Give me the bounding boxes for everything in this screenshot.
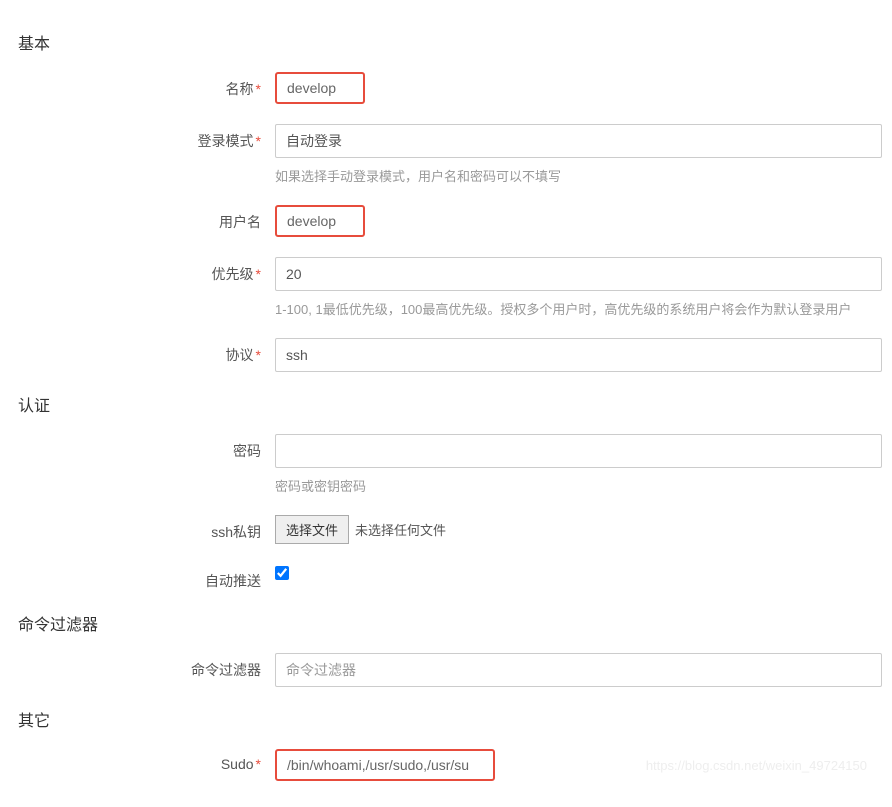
row-password: 密码 密码或密钥密码 [10, 434, 882, 495]
required-mark: * [256, 266, 261, 282]
row-login-mode: 登录模式* 如果选择手动登录模式，用户名和密码可以不填写 [10, 124, 882, 185]
label-sshkey: ssh私钥 [10, 515, 275, 542]
login-mode-select[interactable] [275, 124, 882, 158]
section-auth-title: 认证 [18, 392, 882, 416]
required-mark: * [256, 756, 261, 772]
row-autopush: 自动推送 [10, 564, 882, 591]
label-autopush: 自动推送 [10, 564, 275, 591]
cmdfilter-input[interactable] [275, 653, 882, 687]
priority-input[interactable] [275, 257, 882, 291]
protocol-select[interactable] [275, 338, 882, 372]
no-file-text: 未选择任何文件 [355, 520, 446, 539]
row-priority: 优先级* 1-100, 1最低优先级，100最高优先级。授权多个用户时，高优先级… [10, 257, 882, 318]
name-input[interactable]: develop [275, 72, 365, 104]
section-other-title: 其它 [18, 707, 882, 731]
login-mode-help: 如果选择手动登录模式，用户名和密码可以不填写 [275, 166, 882, 185]
row-name: 名称* develop [10, 72, 882, 104]
row-protocol: 协议* [10, 338, 882, 372]
password-help: 密码或密钥密码 [275, 476, 882, 495]
required-mark: * [256, 347, 261, 363]
label-priority: 优先级* [10, 257, 275, 284]
sudo-input[interactable]: /bin/whoami,/usr/sudo,/usr/su [275, 749, 495, 781]
password-input[interactable] [275, 434, 882, 468]
row-sudo: Sudo* /bin/whoami,/usr/sudo,/usr/su [10, 749, 882, 781]
section-basic-title: 基本 [18, 30, 882, 54]
label-cmdfilter: 命令过滤器 [10, 653, 275, 680]
autopush-checkbox[interactable] [275, 566, 289, 580]
priority-help: 1-100, 1最低优先级，100最高优先级。授权多个用户时，高优先级的系统用户… [275, 299, 882, 318]
label-name: 名称* [10, 72, 275, 99]
row-sshkey: ssh私钥 选择文件 未选择任何文件 [10, 515, 882, 544]
username-input[interactable]: develop [275, 205, 365, 237]
label-username: 用户名 [10, 205, 275, 232]
label-sudo: Sudo* [10, 749, 275, 772]
required-mark: * [256, 81, 261, 97]
row-cmdfilter: 命令过滤器 [10, 653, 882, 687]
required-mark: * [256, 133, 261, 149]
choose-file-button[interactable]: 选择文件 [275, 515, 349, 544]
label-login-mode: 登录模式* [10, 124, 275, 151]
label-password: 密码 [10, 434, 275, 461]
row-username: 用户名 develop [10, 205, 882, 237]
section-filter-title: 命令过滤器 [18, 611, 882, 635]
label-protocol: 协议* [10, 338, 275, 365]
